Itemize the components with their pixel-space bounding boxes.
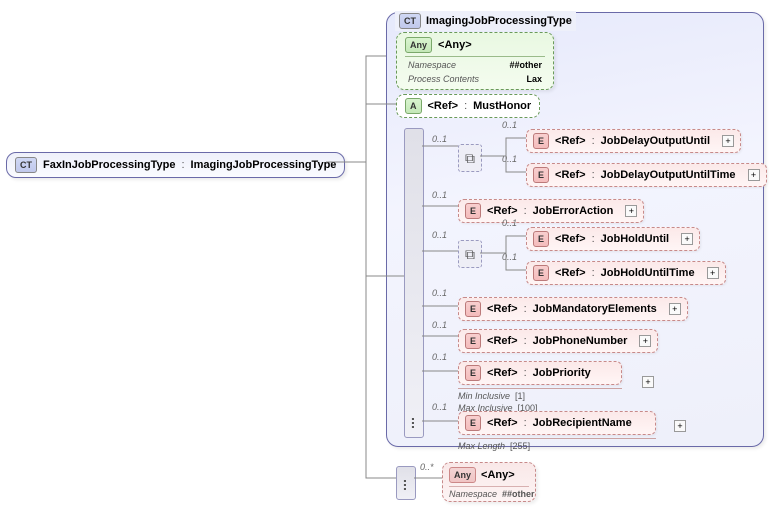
sequence-bottom bbox=[396, 466, 416, 500]
occurs: 0..1 bbox=[432, 230, 447, 240]
occurs: 0..1 bbox=[432, 320, 447, 330]
el-jobpriority: E <Ref>: JobPriority Min Inclusive [1] M… bbox=[458, 361, 622, 413]
any-badge: Any bbox=[449, 467, 476, 483]
ct-badge: CT bbox=[15, 157, 37, 173]
expand-icon[interactable]: + bbox=[674, 420, 686, 432]
el-name: JobMandatoryElements bbox=[533, 303, 657, 315]
el-jobdelayoutputuntiltime: E <Ref>: JobDelayOutputUntilTime + bbox=[526, 163, 767, 187]
occurs: 0..1 bbox=[432, 402, 447, 412]
e-badge: E bbox=[533, 231, 549, 247]
seq-icon bbox=[402, 478, 410, 495]
occurs: 0..1 bbox=[432, 190, 447, 200]
el-jobdelayoutputuntil: E <Ref>: JobDelayOutputUntil + bbox=[526, 129, 741, 153]
e-badge: E bbox=[465, 415, 481, 431]
el-jobholduntil: E <Ref>: JobHoldUntil + bbox=[526, 227, 700, 251]
ct-badge: CT bbox=[399, 13, 421, 29]
any-badge: Any bbox=[405, 37, 432, 53]
expand-icon[interactable]: + bbox=[748, 169, 760, 181]
occurs: 0..1 bbox=[432, 352, 447, 362]
el-jobrecipientname: E <Ref>: JobRecipientName Max Length [25… bbox=[458, 411, 656, 451]
any-label: <Any> bbox=[481, 469, 515, 481]
any-attrs: Namespace##other Process ContentsLax bbox=[405, 56, 545, 87]
expand-icon[interactable]: + bbox=[669, 303, 681, 315]
expand-icon[interactable]: + bbox=[642, 376, 654, 388]
colon: : bbox=[181, 159, 184, 171]
occurs: 0..1 bbox=[502, 154, 517, 164]
choice-block: ⧉ bbox=[458, 240, 482, 268]
el-name: JobHoldUntilTime bbox=[601, 267, 695, 279]
e-badge: E bbox=[465, 333, 481, 349]
el-name: JobDelayOutputUntilTime bbox=[601, 169, 736, 181]
root-complex-type: CT FaxInJobProcessingType : ImagingJobPr… bbox=[6, 152, 345, 178]
el-jobholduntiltime: E <Ref>: JobHoldUntilTime + bbox=[526, 261, 726, 285]
expand-icon[interactable]: + bbox=[722, 135, 734, 147]
ct-title: ImagingJobProcessingType bbox=[426, 15, 572, 27]
e-badge: E bbox=[533, 133, 549, 149]
el-jobphonenumber: E <Ref>: JobPhoneNumber + bbox=[458, 329, 658, 353]
occurs: 0..1 bbox=[502, 218, 517, 228]
el-name: JobRecipientName bbox=[533, 417, 632, 429]
any-element-top: Any <Any> Namespace##other Process Conte… bbox=[396, 32, 554, 90]
el-name: JobPhoneNumber bbox=[533, 335, 628, 347]
attr-name: MustHonor bbox=[473, 100, 531, 112]
el-name: JobErrorAction bbox=[533, 205, 614, 217]
root-base: ImagingJobProcessingType bbox=[191, 159, 337, 171]
expand-icon[interactable]: + bbox=[707, 267, 719, 279]
e-badge: E bbox=[533, 265, 549, 281]
choice-block: ⧉ bbox=[458, 144, 482, 172]
e-badge: E bbox=[465, 365, 481, 381]
constraint-len: Max Length [255] bbox=[458, 438, 656, 451]
el-name: JobDelayOutputUntil bbox=[601, 135, 710, 147]
a-badge: A bbox=[405, 98, 422, 114]
el-joberroraction: E <Ref>: JobErrorAction + bbox=[458, 199, 644, 223]
ct-header: CT ImagingJobProcessingType bbox=[395, 11, 576, 31]
el-jobmandatoryelements: E <Ref>: JobMandatoryElements + bbox=[458, 297, 688, 321]
ref-label: <Ref> bbox=[428, 100, 459, 112]
occurs: 0..1 bbox=[432, 134, 447, 144]
seq-icon bbox=[410, 416, 418, 433]
e-badge: E bbox=[465, 203, 481, 219]
constraint-min: Min Inclusive [1] bbox=[458, 388, 622, 401]
sequence-block bbox=[404, 128, 424, 438]
expand-icon[interactable]: + bbox=[681, 233, 693, 245]
occurs: 0..1 bbox=[502, 252, 517, 262]
e-badge: E bbox=[465, 301, 481, 317]
e-badge: E bbox=[533, 167, 549, 183]
el-name: JobPriority bbox=[533, 367, 591, 379]
expand-icon[interactable]: + bbox=[625, 205, 637, 217]
occurs: 0..* bbox=[420, 462, 434, 472]
expand-icon[interactable]: + bbox=[639, 335, 651, 347]
any-element-bottom: Any <Any> Namespace ##other bbox=[442, 462, 536, 502]
occurs: 0..1 bbox=[432, 288, 447, 298]
root-name: FaxInJobProcessingType bbox=[43, 159, 175, 171]
any-label: <Any> bbox=[438, 39, 472, 51]
el-name: JobHoldUntil bbox=[601, 233, 669, 245]
attribute-musthonor: A <Ref> : MustHonor bbox=[396, 94, 540, 118]
any-ns: Namespace ##other bbox=[449, 486, 529, 499]
occurs: 0..1 bbox=[502, 120, 517, 130]
